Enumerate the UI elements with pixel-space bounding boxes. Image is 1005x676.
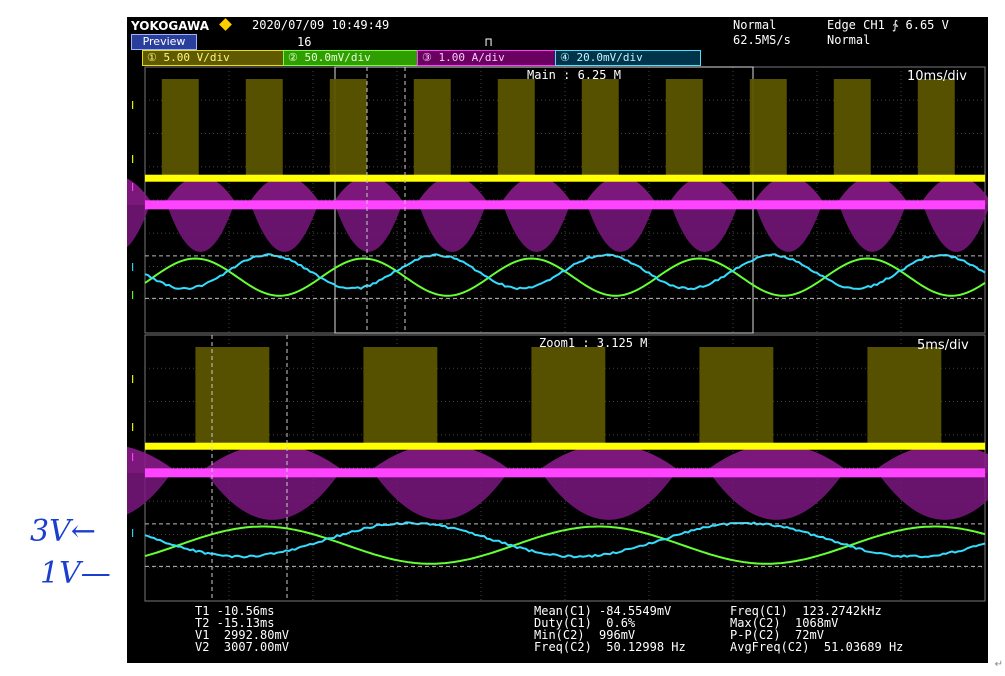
ch1-pwm-burst [867, 347, 941, 447]
measure-avgfreq-c2: AvgFreq(C2) 51.03689 Hz [730, 641, 903, 653]
ch1-pwm-burst [195, 347, 269, 447]
channel-marker-icon: I [131, 421, 134, 434]
ch3-trace [145, 200, 985, 209]
ch1-pwm-burst [531, 347, 605, 447]
measure-freq-c2: Freq(C2) 50.12998 Hz [534, 641, 686, 653]
annotation-3v: 3V← [30, 514, 96, 549]
waveform-display: Main : 6.25 M 10ms/div Zoom1 : 3.125 M 5… [127, 17, 988, 663]
channel-marker-icon: I [131, 373, 134, 386]
ch1-pwm-burst [582, 79, 619, 179]
ch1-pwm-burst [834, 79, 871, 179]
zoom-window-label: Zoom1 : 3.125 M [539, 336, 647, 350]
ch1-pwm-burst [330, 79, 367, 179]
annotation-1v: 1V— [40, 556, 111, 591]
channel-marker-icon: I [131, 99, 134, 112]
ch1-pwm-burst [750, 79, 787, 179]
main-window-label: Main : 6.25 M [527, 68, 621, 82]
channel-marker-icon: I [131, 181, 134, 194]
zoom-timebase: 5ms/div [917, 338, 969, 353]
ch1-trace [145, 175, 985, 182]
ch1-pwm-burst [414, 79, 451, 179]
channel-marker-icon: I [131, 527, 134, 540]
oscilloscope-screen: YOKOGAWA 2020/07/09 10:49:49 Preview 16 … [127, 17, 988, 663]
ch1-pwm-burst [363, 347, 437, 447]
channel-marker-icon: I [131, 289, 134, 302]
ch3-trace [145, 468, 985, 477]
ch1-pwm-burst [498, 79, 535, 179]
ch1-pwm-burst [699, 347, 773, 447]
main-timebase: 10ms/div [907, 69, 967, 84]
ch1-pwm-burst [918, 79, 955, 179]
channel-marker-icon: I [131, 451, 134, 464]
return-mark: ↵ [995, 659, 1003, 670]
cursor-v2: V2 3007.00mV [195, 641, 289, 653]
channel-marker-icon: I [131, 153, 134, 166]
ch1-pwm-burst [666, 79, 703, 179]
channel-marker-icon: I [131, 261, 134, 274]
ch1-trace [145, 443, 985, 450]
ch1-pwm-burst [162, 79, 199, 179]
ch1-pwm-burst [246, 79, 283, 179]
